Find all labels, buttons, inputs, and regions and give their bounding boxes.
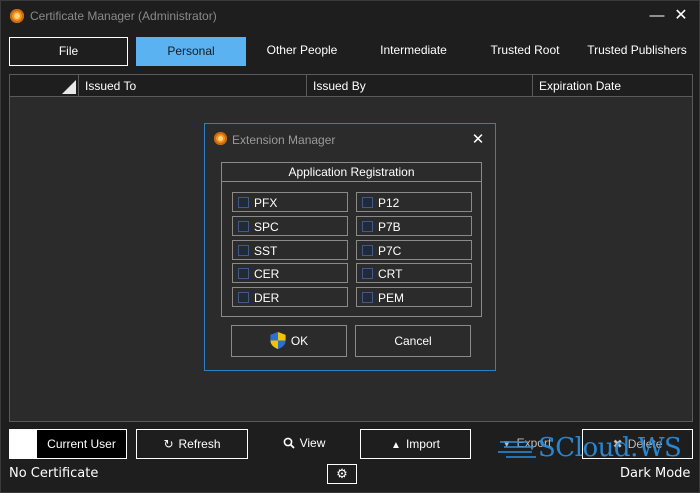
select-all-cell[interactable] [10, 75, 78, 96]
close-button[interactable]: ✕ [671, 6, 691, 26]
group-title: Application Registration [222, 163, 481, 182]
refresh-label: Refresh [178, 437, 221, 451]
checkbox-p12[interactable]: P12 [356, 192, 472, 212]
checkbox-label: PFX [254, 196, 278, 210]
checkbox-box[interactable] [238, 197, 249, 208]
tab-personal[interactable]: Personal [136, 37, 246, 66]
checkbox-pfx[interactable]: PFX [232, 192, 348, 212]
column-expiration-date[interactable]: Expiration Date [532, 75, 692, 96]
title-bar[interactable]: Certificate Manager (Administrator) — ✕ [1, 1, 699, 33]
export-icon: ▼ [501, 439, 512, 450]
tab-trusted-publishers[interactable]: Trusted Publishers [581, 37, 693, 66]
import-button[interactable]: ▲ Import [360, 429, 471, 459]
app-icon [10, 9, 24, 23]
checkbox-box[interactable] [238, 292, 249, 303]
extension-manager-dialog: Extension Manager ✕ Application Registra… [204, 123, 496, 371]
checkbox-der[interactable]: DER [232, 287, 348, 307]
checkbox-label: DER [254, 291, 280, 305]
checkbox-box[interactable] [238, 245, 249, 256]
export-label: Export [516, 436, 552, 450]
view-button[interactable]: View [248, 429, 360, 459]
import-label: Import [405, 437, 440, 451]
export-button[interactable]: ▼ Export [471, 429, 582, 459]
delete-button[interactable]: ✖ Delete [582, 429, 693, 459]
toggle-swatch [10, 430, 37, 458]
current-user-toggle[interactable]: Current User [9, 429, 127, 459]
dark-mode-toggle[interactable]: Dark Mode [620, 466, 690, 481]
checkbox-label: CER [254, 267, 280, 281]
select-all-icon [62, 80, 76, 94]
checkbox-box[interactable] [238, 221, 249, 232]
dialog-app-icon [214, 132, 227, 145]
refresh-button[interactable]: ↻ Refresh [136, 429, 248, 459]
column-issued-to[interactable]: Issued To [78, 75, 306, 96]
checkbox-p7c[interactable]: P7C [356, 240, 472, 260]
checkbox-box[interactable] [238, 268, 249, 279]
tab-other-people[interactable]: Other People [246, 37, 358, 66]
import-icon: ▲ [391, 440, 401, 451]
dialog-close-button[interactable]: ✕ [470, 132, 486, 148]
gear-icon: ⚙ [336, 466, 348, 481]
checkbox-label: SST [254, 244, 278, 258]
ok-label: OK [290, 334, 309, 348]
dialog-title: Extension Manager [232, 133, 336, 147]
checkbox-label: PEM [378, 291, 405, 305]
magnifier-icon [283, 437, 295, 449]
checkbox-p7b[interactable]: P7B [356, 216, 472, 236]
refresh-icon: ↻ [163, 437, 174, 451]
checkbox-box[interactable] [362, 221, 373, 232]
uac-shield-icon [270, 332, 286, 349]
checkbox-box[interactable] [362, 292, 373, 303]
checkbox-label: CRT [378, 267, 403, 281]
settings-button[interactable]: ⚙ [327, 464, 357, 484]
checkbox-label: P12 [378, 196, 400, 210]
checkbox-label: P7C [378, 244, 402, 258]
checkbox-label: SPC [254, 220, 279, 234]
tab-intermediate[interactable]: Intermediate [358, 37, 469, 66]
table-header: Issued To Issued By Expiration Date [10, 75, 692, 97]
store-tabs: File Personal Other People Intermediate … [9, 37, 693, 66]
current-user-label: Current User [37, 430, 126, 458]
delete-label: Delete [627, 437, 663, 451]
delete-icon: ✖ [612, 437, 623, 451]
checkbox-pem[interactable]: PEM [356, 287, 472, 307]
minimize-button[interactable]: — [647, 6, 667, 26]
tab-file[interactable]: File [9, 37, 128, 66]
checkbox-box[interactable] [362, 245, 373, 256]
column-issued-by[interactable]: Issued By [306, 75, 532, 96]
application-registration-group: Application Registration PFX SPC SST CER… [221, 162, 482, 317]
tab-trusted-root[interactable]: Trusted Root [469, 37, 581, 66]
checkbox-cer[interactable]: CER [232, 263, 348, 283]
certificate-status: No Certificate [9, 466, 99, 481]
cancel-button[interactable]: Cancel [355, 325, 471, 357]
checkbox-sst[interactable]: SST [232, 240, 348, 260]
window-title: Certificate Manager (Administrator) [30, 9, 217, 23]
checkbox-spc[interactable]: SPC [232, 216, 348, 236]
bottom-toolbar: Current User ↻ Refresh View ▲ Import ▼ Expo… [9, 429, 693, 459]
checkbox-label: P7B [378, 220, 401, 234]
checkbox-box[interactable] [362, 197, 373, 208]
main-window: Certificate Manager (Administrator) — ✕ … [0, 0, 700, 493]
checkbox-crt[interactable]: CRT [356, 263, 472, 283]
checkbox-box[interactable] [362, 268, 373, 279]
ok-button[interactable]: OK [231, 325, 347, 357]
view-label: View [299, 436, 326, 450]
